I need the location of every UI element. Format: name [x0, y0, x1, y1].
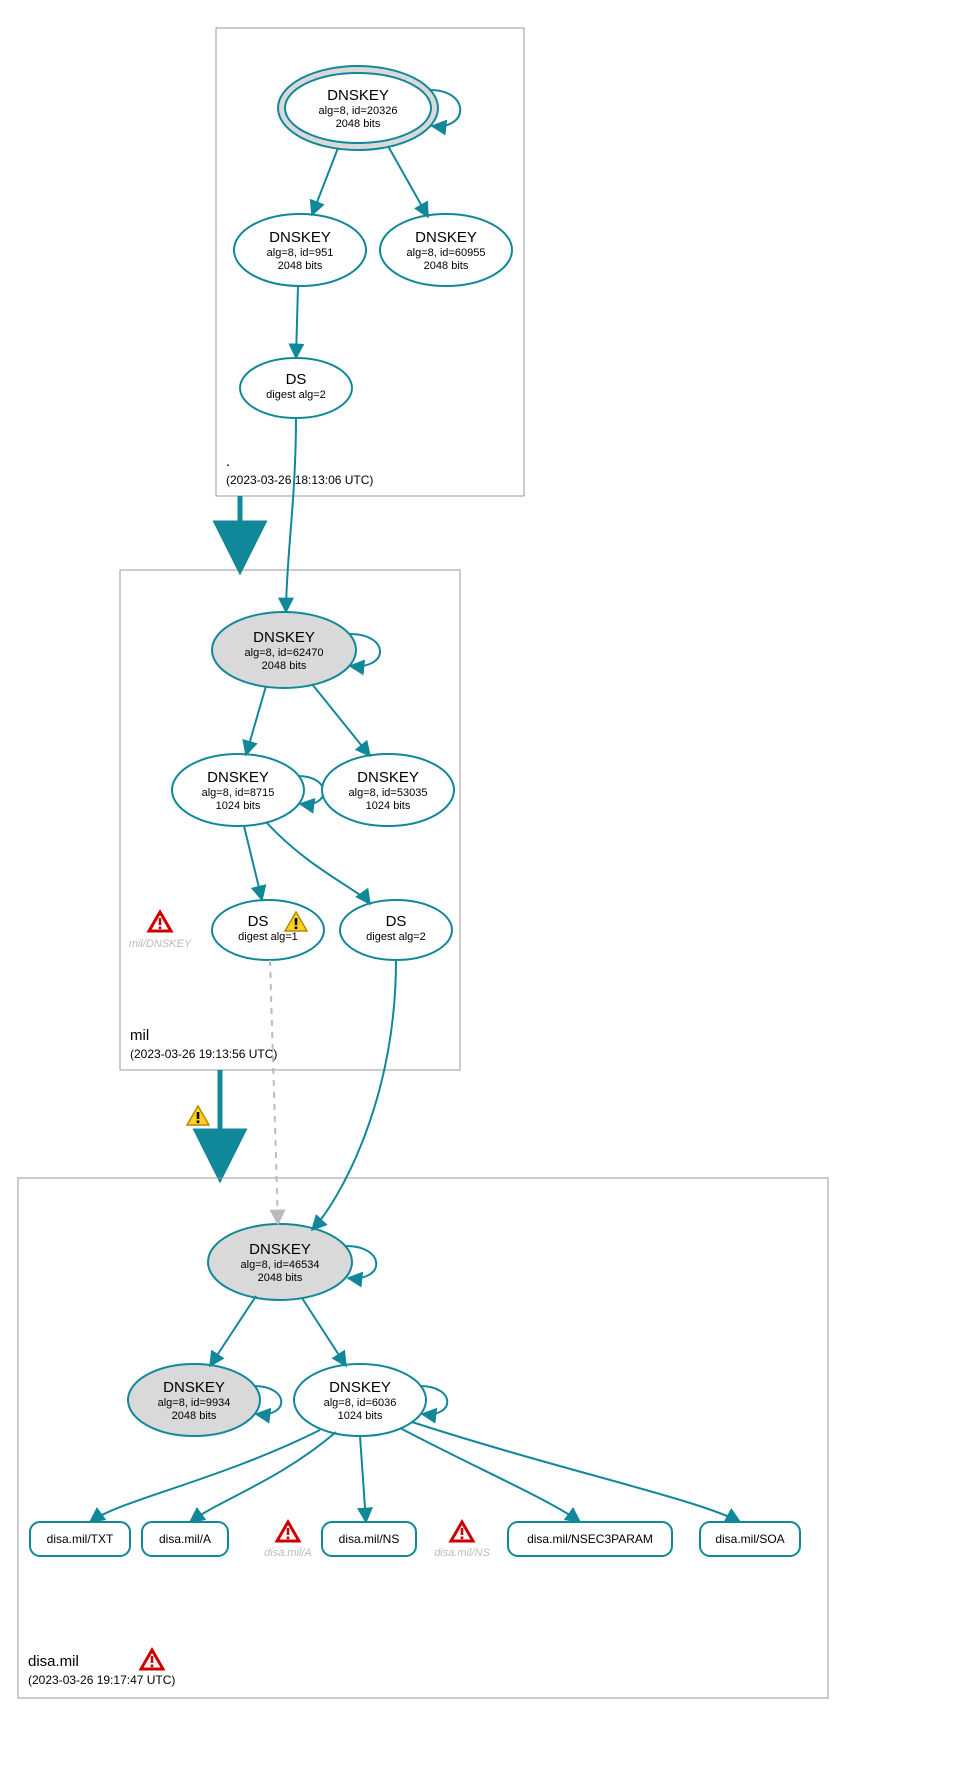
node-mil-ksk[interactable]: DNSKEY alg=8, id=62470 2048 bits	[212, 612, 356, 688]
svg-text:disa.mil/SOA: disa.mil/SOA	[715, 1532, 784, 1546]
svg-text:DNSKEY: DNSKEY	[163, 1379, 225, 1396]
error-icon	[141, 1650, 163, 1669]
svg-text:disa.mil/A: disa.mil/A	[159, 1532, 211, 1546]
svg-text:alg=8, id=951: alg=8, id=951	[267, 247, 334, 259]
svg-text:alg=8, id=6036: alg=8, id=6036	[324, 1397, 397, 1409]
node-disa-key-9934[interactable]: DNSKEY alg=8, id=9934 2048 bits	[128, 1364, 260, 1436]
node-err-ns[interactable]: disa.mil/NS	[434, 1522, 490, 1559]
svg-text:1024 bits: 1024 bits	[366, 800, 411, 812]
svg-text:DS: DS	[248, 913, 269, 930]
svg-text:digest alg=2: digest alg=2	[266, 389, 326, 401]
edge-rootds-milksk	[286, 418, 296, 612]
svg-text:alg=8, id=60955: alg=8, id=60955	[407, 247, 486, 259]
zone-root-label: .	[226, 453, 230, 470]
svg-text:alg=8, id=53035: alg=8, id=53035	[349, 787, 428, 799]
edge-key3-a	[190, 1432, 336, 1522]
svg-text:DNSKEY: DNSKEY	[357, 769, 419, 786]
svg-text:alg=8, id=46534: alg=8, id=46534	[241, 1259, 320, 1271]
svg-text:2048 bits: 2048 bits	[262, 660, 307, 672]
edge-rootksk-zsk2	[388, 146, 428, 217]
svg-text:alg=8, id=9934: alg=8, id=9934	[158, 1397, 231, 1409]
zone-mil: mil (2023-03-26 19:13:56 UTC) DNSKEY alg…	[120, 418, 460, 1070]
svg-text:2048 bits: 2048 bits	[424, 260, 469, 272]
svg-text:1024 bits: 1024 bits	[216, 800, 261, 812]
svg-text:DNSKEY: DNSKEY	[207, 769, 269, 786]
svg-text:DNSKEY: DNSKEY	[253, 629, 315, 646]
svg-text:DNSKEY: DNSKEY	[249, 1241, 311, 1258]
zone-mil-ts: (2023-03-26 19:13:56 UTC)	[130, 1047, 277, 1061]
svg-text:disa.mil/NS: disa.mil/NS	[339, 1532, 400, 1546]
edge-disaksk-key2	[210, 1296, 256, 1366]
edge-ds1-disaksk	[270, 960, 278, 1224]
svg-text:DNSKEY: DNSKEY	[327, 87, 389, 104]
svg-text:mil/DNSKEY: mil/DNSKEY	[129, 938, 192, 950]
node-err-a[interactable]: disa.mil/A	[264, 1522, 312, 1559]
edge-zsk1-ds2	[266, 822, 370, 904]
zone-disa-label: disa.mil	[28, 1653, 79, 1670]
node-mil-err-dnskey[interactable]: mil/DNSKEY	[129, 912, 192, 950]
edge-key3-txt	[90, 1430, 320, 1522]
error-icon	[149, 912, 171, 931]
node-disa-key-6036[interactable]: DNSKEY alg=8, id=6036 1024 bits	[294, 1364, 426, 1436]
warning-icon	[187, 1106, 209, 1125]
edge-key3-soa	[412, 1422, 740, 1522]
node-rr-ns[interactable]: disa.mil/NS	[322, 1522, 416, 1556]
svg-text:DS: DS	[286, 371, 307, 388]
svg-text:disa.mil/TXT: disa.mil/TXT	[47, 1532, 114, 1546]
zone-disa-ts: (2023-03-26 19:17:47 UTC)	[28, 1673, 175, 1687]
svg-text:alg=8, id=20326: alg=8, id=20326	[319, 105, 398, 117]
svg-text:digest alg=1: digest alg=1	[238, 931, 298, 943]
svg-text:2048 bits: 2048 bits	[258, 1272, 303, 1284]
edge-disaksk-key3	[302, 1298, 346, 1366]
node-mil-zsk-8715[interactable]: DNSKEY alg=8, id=8715 1024 bits	[172, 754, 304, 826]
node-rr-nsec3[interactable]: disa.mil/NSEC3PARAM	[508, 1522, 672, 1556]
edge-zsk1-ds1	[244, 826, 262, 900]
svg-text:disa.mil/A: disa.mil/A	[264, 1547, 312, 1559]
svg-text:2048 bits: 2048 bits	[336, 118, 381, 130]
edge-ds2-disaksk	[312, 960, 396, 1230]
node-root-zsk-60955[interactable]: DNSKEY alg=8, id=60955 2048 bits	[380, 214, 512, 286]
zone-disa: disa.mil (2023-03-26 19:17:47 UTC) DNSKE…	[18, 960, 828, 1698]
error-icon	[277, 1522, 299, 1541]
edge-zsk1-ds	[296, 286, 298, 358]
svg-text:digest alg=2: digest alg=2	[366, 931, 426, 943]
edge-milksk-zsk2	[312, 684, 370, 756]
svg-text:2048 bits: 2048 bits	[172, 1410, 217, 1422]
node-rr-soa[interactable]: disa.mil/SOA	[700, 1522, 800, 1556]
node-mil-zsk-53035[interactable]: DNSKEY alg=8, id=53035 1024 bits	[322, 754, 454, 826]
zone-mil-label: mil	[130, 1027, 149, 1044]
svg-text:DNSKEY: DNSKEY	[415, 229, 477, 246]
svg-text:DNSKEY: DNSKEY	[329, 1379, 391, 1396]
edge-rootksk-zsk1	[312, 148, 338, 215]
edge-key3-ns	[360, 1436, 366, 1522]
zone-root: . (2023-03-26 18:13:06 UTC) DNSKEY alg=8…	[216, 28, 524, 496]
svg-text:2048 bits: 2048 bits	[278, 260, 323, 272]
zone-root-ts: (2023-03-26 18:13:06 UTC)	[226, 473, 373, 487]
node-rr-a[interactable]: disa.mil/A	[142, 1522, 228, 1556]
node-root-ksk[interactable]: DNSKEY alg=8, id=20326 2048 bits	[278, 66, 438, 150]
svg-text:DNSKEY: DNSKEY	[269, 229, 331, 246]
error-icon	[451, 1522, 473, 1541]
svg-text:DS: DS	[386, 913, 407, 930]
svg-text:disa.mil/NS: disa.mil/NS	[434, 1547, 490, 1559]
node-root-ds[interactable]: DS digest alg=2	[240, 358, 352, 418]
node-root-zsk-951[interactable]: DNSKEY alg=8, id=951 2048 bits	[234, 214, 366, 286]
node-rr-txt[interactable]: disa.mil/TXT	[30, 1522, 130, 1556]
edge-milksk-zsk1	[246, 686, 266, 755]
node-disa-ksk[interactable]: DNSKEY alg=8, id=46534 2048 bits	[208, 1224, 352, 1300]
svg-text:alg=8, id=62470: alg=8, id=62470	[245, 647, 324, 659]
svg-text:disa.mil/NSEC3PARAM: disa.mil/NSEC3PARAM	[527, 1532, 653, 1546]
node-mil-ds2[interactable]: DS digest alg=2	[340, 900, 452, 960]
edge-key3-nsec3	[400, 1428, 580, 1522]
svg-text:1024 bits: 1024 bits	[338, 1410, 383, 1422]
svg-text:alg=8, id=8715: alg=8, id=8715	[202, 787, 275, 799]
